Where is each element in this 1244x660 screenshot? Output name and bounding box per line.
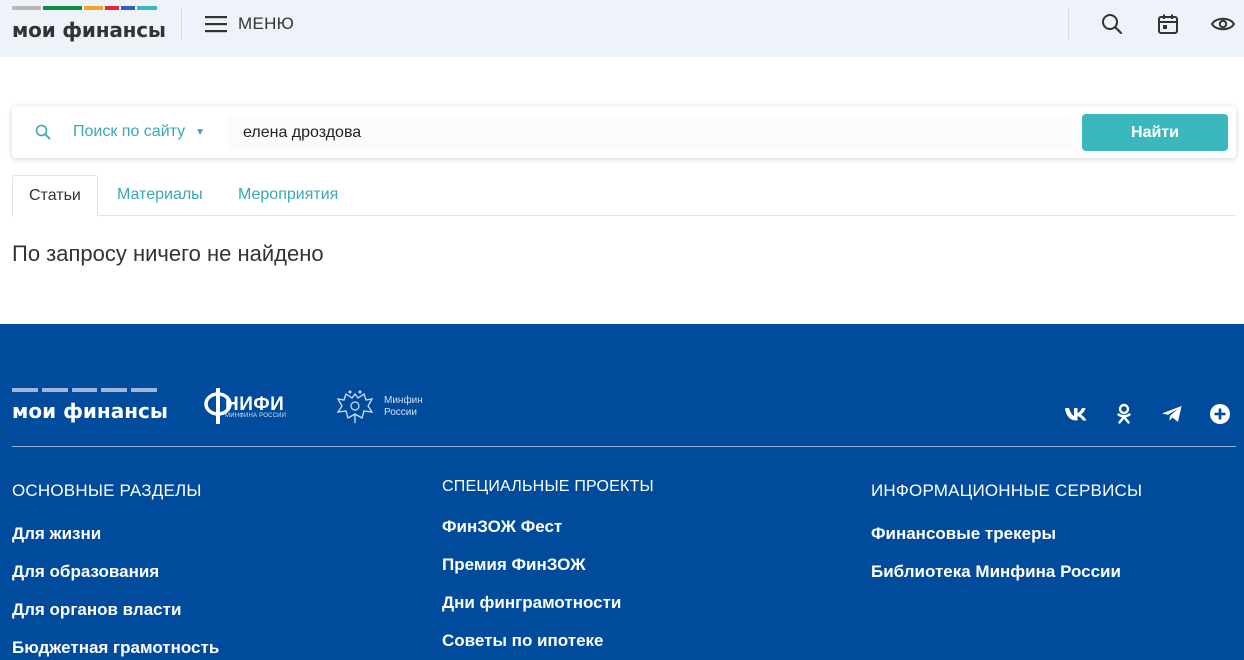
hamburger-icon: [205, 16, 227, 33]
menu-button[interactable]: МЕНЮ: [205, 12, 294, 36]
footer-column-title: ОСНОВНЫЕ РАЗДЕЛЫ: [12, 481, 202, 500]
footer-link[interactable]: Библиотека Минфина России: [871, 562, 1121, 582]
logo-color-bar: [12, 6, 157, 10]
search-input[interactable]: [227, 116, 1073, 150]
search-icon: [35, 124, 51, 140]
empty-results-message: По запросу ничего не найдено: [12, 241, 324, 266]
footer-link[interactable]: Бюджетная грамотность: [12, 638, 219, 658]
footer-column-main-sections: ОСНОВНЫЕ РАЗДЕЛЫ Для жизни Для образован…: [12, 481, 219, 657]
search-panel: Поиск по сайту ▼ Найти: [12, 106, 1236, 158]
footer-link[interactable]: Дни финграмотности: [442, 593, 621, 613]
header-divider: [181, 7, 182, 41]
footer-column-title: СПЕЦИАЛЬНЫЕ ПРОЕКТЫ: [442, 478, 654, 495]
minfin-text: Минфин России: [384, 395, 423, 419]
search-icon[interactable]: [1100, 12, 1124, 36]
minfin-line-2: России: [384, 407, 417, 418]
logo-color-bar: [12, 388, 157, 392]
header-divider: [1068, 7, 1069, 41]
minfin-logo[interactable]: Минфин России: [336, 388, 436, 428]
footer-divider: [12, 446, 1236, 447]
footer-link[interactable]: Для образования: [12, 562, 159, 582]
odnoklassniki-icon[interactable]: [1112, 402, 1136, 426]
vk-icon[interactable]: [1064, 402, 1088, 426]
footer-link[interactable]: Для жизни: [12, 524, 101, 544]
chevron-down-icon: ▼: [195, 126, 206, 138]
minfin-line-1: Минфин: [384, 395, 423, 406]
footer-link[interactable]: Советы по ипотеке: [442, 631, 603, 651]
logo-text: мои финансы: [12, 18, 166, 42]
footer-logo[interactable]: мои финансы: [12, 388, 168, 428]
footer-link[interactable]: Финансовые трекеры: [871, 524, 1056, 544]
footer-column-special-projects: СПЕЦИАЛЬНЫЕ ПРОЕКТЫ ФинЗОЖ Фест Премия Ф…: [442, 478, 654, 650]
tab-events[interactable]: Мероприятия: [238, 175, 338, 216]
telegram-icon[interactable]: [1160, 402, 1184, 426]
eye-icon[interactable]: [1211, 12, 1235, 36]
tab-articles[interactable]: Статьи: [12, 175, 98, 217]
site-header: мои финансы МЕНЮ: [0, 0, 1244, 57]
site-logo[interactable]: мои финансы: [12, 6, 166, 46]
site-footer: мои финансы НИФИ МИНФИНА РОССИИ Минфин Р…: [0, 324, 1244, 660]
search-scope-label: Поиск по сайту: [73, 123, 186, 140]
menu-label: МЕНЮ: [238, 14, 295, 33]
footer-logo-text: мои финансы: [12, 399, 168, 423]
calendar-icon[interactable]: [1156, 12, 1180, 36]
nifi-logo[interactable]: НИФИ МИНФИНА РОССИИ: [203, 386, 293, 428]
nifi-subtitle: МИНФИНА РОССИИ: [225, 413, 287, 419]
search-submit-button[interactable]: Найти: [1082, 114, 1228, 151]
plus-circle-icon[interactable]: [1208, 402, 1232, 426]
footer-link[interactable]: ФинЗОЖ Фест: [442, 517, 562, 537]
tab-materials[interactable]: Материалы: [117, 175, 203, 216]
result-tabs: Статьи Материалы Мероприятия: [12, 175, 1236, 217]
footer-link[interactable]: Премия ФинЗОЖ: [442, 555, 586, 575]
coat-of-arms-icon: [336, 390, 374, 423]
search-scope-select[interactable]: Поиск по сайту ▼: [73, 120, 205, 144]
footer-column-info-services: ИНФОРМАЦИОННЫЕ СЕРВИСЫ Финансовые трекер…: [871, 481, 1143, 581]
footer-link[interactable]: Для органов власти: [12, 600, 181, 620]
footer-column-title: ИНФОРМАЦИОННЫЕ СЕРВИСЫ: [871, 481, 1143, 500]
